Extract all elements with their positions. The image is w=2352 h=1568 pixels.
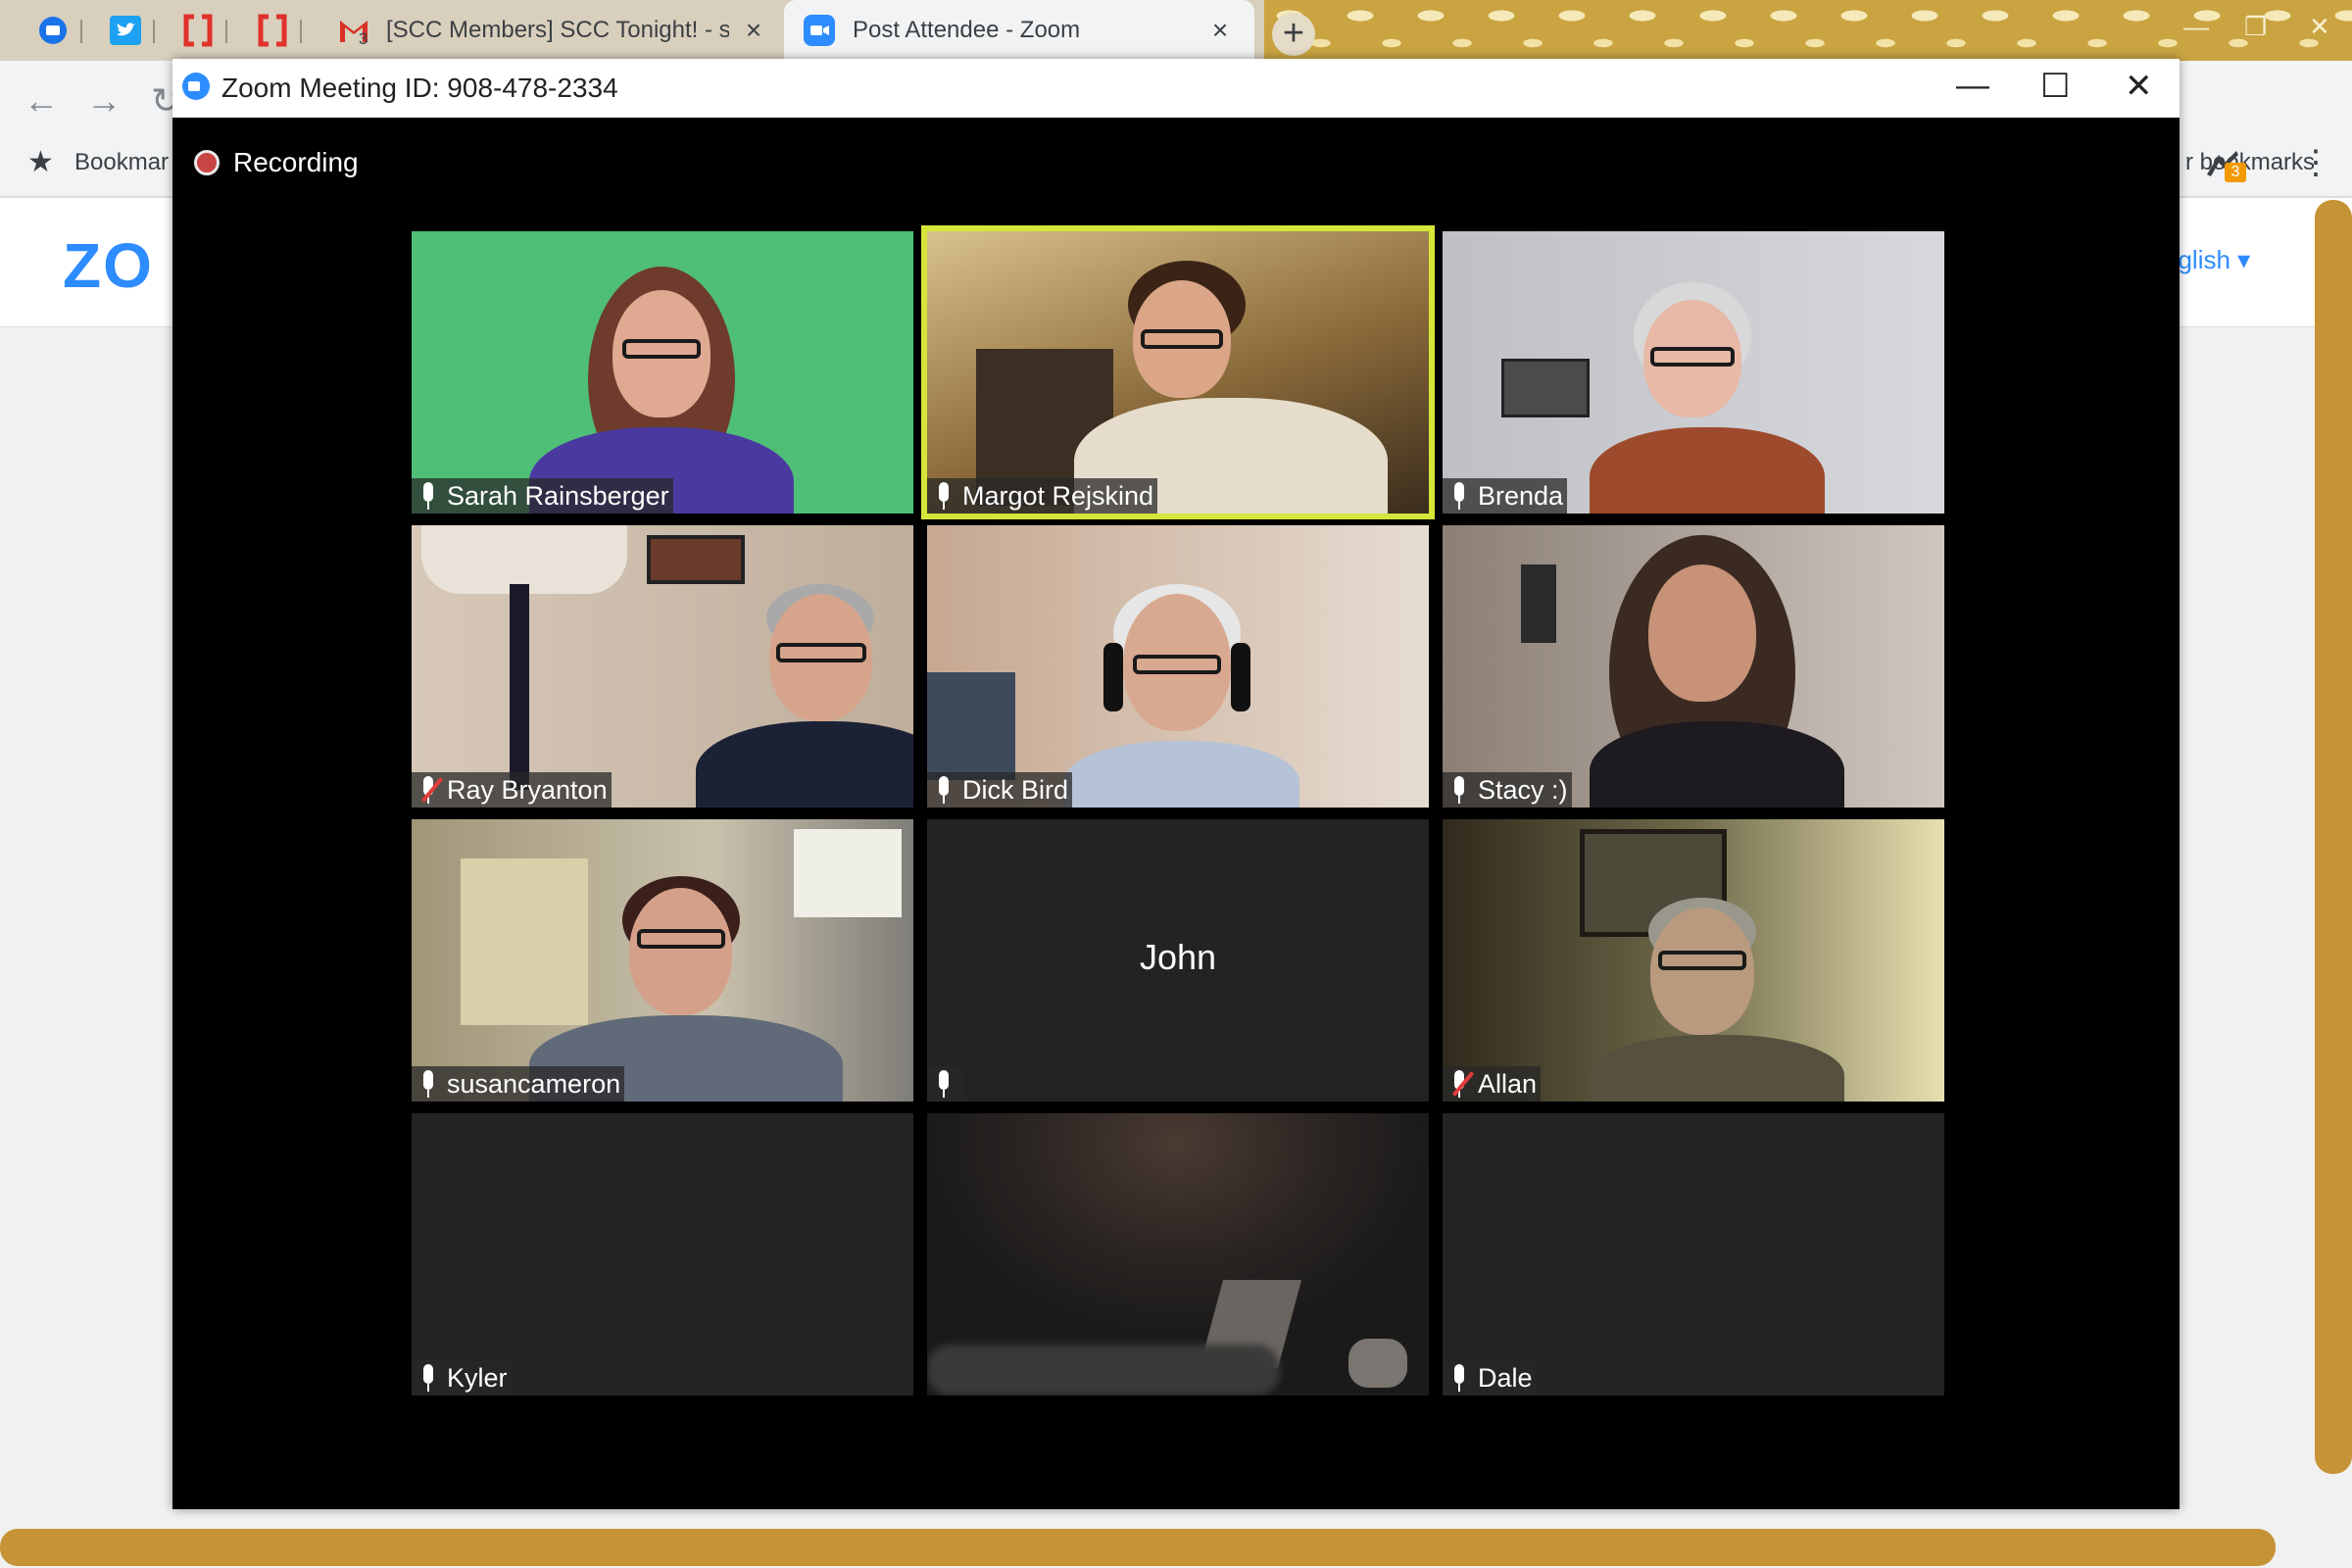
participant-name-chip: Sarah Rainsberger bbox=[412, 478, 673, 514]
mic-muted-icon bbox=[1451, 1070, 1475, 1098]
participant-name: Stacy :) bbox=[1478, 774, 1568, 805]
restore-icon[interactable]: ❐ bbox=[2244, 12, 2267, 42]
tab-title: [SCC Members] SCC Tonight! - sa bbox=[386, 17, 729, 43]
vertical-scrollbar[interactable] bbox=[2315, 200, 2352, 1474]
close-icon[interactable]: ✕ bbox=[2309, 12, 2330, 42]
video-tile-redacted[interactable] bbox=[927, 1113, 1429, 1396]
mic-icon bbox=[937, 776, 951, 804]
participant-name: Brenda bbox=[1478, 480, 1564, 511]
mic-icon bbox=[1452, 482, 1466, 510]
back-arrow-icon[interactable]: ← bbox=[24, 80, 59, 122]
pinned-tab-bracket-2[interactable] bbox=[243, 8, 302, 53]
participant-name: Ray Bryanton bbox=[447, 774, 608, 805]
pinned-tab-bracket-1[interactable] bbox=[169, 8, 227, 53]
zoom-titlebar: Zoom Meeting ID: 908-478-2334 — ☐ ✕ bbox=[172, 59, 2180, 118]
video-tile-stacy[interactable]: Stacy :) bbox=[1443, 525, 1944, 808]
tab-strip: 3 [SCC Members] SCC Tonight! - sa × Post… bbox=[0, 0, 2352, 61]
video-tile-kyler-no-video[interactable]: Kyler bbox=[412, 1113, 913, 1396]
video-tile-sarah[interactable]: Sarah Rainsberger bbox=[412, 231, 913, 514]
close-icon[interactable]: ✕ bbox=[2125, 67, 2153, 106]
participant-name-chip: Allan bbox=[1443, 1066, 1542, 1102]
gmail-unread-badge: 3 bbox=[359, 29, 368, 48]
extension-badge: 3 bbox=[2225, 163, 2246, 182]
bracket-app-icon bbox=[258, 14, 287, 47]
recording-dot-icon bbox=[194, 150, 220, 175]
video-feed bbox=[412, 525, 913, 808]
participant-name-centered: John bbox=[1139, 937, 1217, 977]
pinned-tab-twitter[interactable] bbox=[96, 8, 155, 53]
new-tab-button[interactable]: + bbox=[1272, 13, 1315, 56]
mic-icon bbox=[937, 482, 951, 510]
participant-name: Kyler bbox=[447, 1362, 508, 1393]
video-feed bbox=[1443, 525, 1944, 808]
video-feed bbox=[1443, 819, 1944, 1102]
recording-label: Recording bbox=[233, 147, 359, 177]
participant-name-chip: Kyler bbox=[412, 1360, 512, 1396]
video-tile-susan[interactable]: susancameron bbox=[412, 819, 913, 1102]
participant-name-chip: Ray Bryanton bbox=[412, 772, 612, 808]
tab-gmail[interactable]: 3 [SCC Members] SCC Tonight! - sa × bbox=[329, 0, 780, 61]
video-tile-allan[interactable]: Allan bbox=[1443, 819, 1944, 1102]
star-icon: ★ bbox=[27, 146, 54, 178]
horizontal-scrollbar[interactable] bbox=[0, 1529, 2276, 1566]
gallery-view: Sarah Rainsberger Margot Rejskind Brenda… bbox=[412, 225, 1946, 1396]
tab-close-button[interactable]: × bbox=[741, 17, 766, 44]
participant-name: Margot Rejskind bbox=[962, 480, 1154, 511]
tab-title: Post Attendee - Zoom bbox=[853, 17, 1081, 43]
minimize-icon[interactable]: — bbox=[2183, 12, 2209, 42]
zoom-icon bbox=[804, 15, 835, 46]
participant-name-chip: Brenda bbox=[1443, 478, 1568, 514]
recording-indicator: Recording bbox=[194, 147, 359, 178]
maximize-icon[interactable]: ☐ bbox=[2040, 67, 2070, 106]
participant-name-chip: Margot Rejskind bbox=[927, 478, 1158, 514]
forward-arrow-icon[interactable]: → bbox=[86, 80, 122, 122]
meeting-id-title: Zoom Meeting ID: 908-478-2334 bbox=[221, 73, 618, 103]
tab-close-button[interactable]: × bbox=[1207, 17, 1233, 44]
bookmark-item[interactable]: Bookmar bbox=[74, 149, 169, 176]
tab-zoom-active[interactable]: Post Attendee - Zoom × bbox=[784, 0, 1254, 61]
mic-icon bbox=[421, 482, 435, 510]
participant-name-chip: Dick Bird bbox=[927, 772, 1073, 808]
minimize-icon[interactable]: — bbox=[1956, 67, 1989, 105]
pinned-tab-chat[interactable] bbox=[24, 8, 82, 53]
bracket-app-icon bbox=[183, 14, 213, 47]
zoom-icon bbox=[182, 73, 210, 100]
zoom-meeting-window: Zoom Meeting ID: 908-478-2334 — ☐ ✕ Reco… bbox=[172, 59, 2180, 1509]
video-feed bbox=[927, 525, 1429, 808]
video-feed bbox=[412, 819, 913, 1102]
participant-name-chip: Stacy :) bbox=[1443, 772, 1572, 808]
video-feed bbox=[412, 231, 913, 514]
video-tile-brenda[interactable]: Brenda bbox=[1443, 231, 1944, 514]
chat-app-icon bbox=[39, 17, 67, 44]
zoom-logo[interactable]: ZO bbox=[63, 229, 154, 302]
video-tile-dale-no-video[interactable]: Dale bbox=[1443, 1113, 1944, 1396]
mic-icon bbox=[1452, 776, 1466, 804]
mic-icon bbox=[421, 1364, 435, 1392]
participant-name: Dick Bird bbox=[962, 774, 1069, 805]
participant-name: susancameron bbox=[447, 1068, 621, 1099]
mic-icon bbox=[1452, 1364, 1466, 1392]
participant-name: Dale bbox=[1478, 1362, 1533, 1393]
mic-muted-icon bbox=[420, 776, 444, 804]
participant-name: Allan bbox=[1478, 1068, 1538, 1099]
video-tile-dick[interactable]: Dick Bird bbox=[927, 525, 1429, 808]
video-tile-john-no-video[interactable]: John bbox=[927, 819, 1429, 1102]
video-feed bbox=[927, 231, 1429, 514]
participant-name-chip: susancameron bbox=[412, 1066, 625, 1102]
video-feed bbox=[1443, 231, 1944, 514]
video-tile-ray[interactable]: Ray Bryanton bbox=[412, 525, 913, 808]
mic-icon bbox=[421, 1070, 435, 1098]
participant-name-chip: Dale bbox=[1443, 1360, 1537, 1396]
mic-icon bbox=[937, 1070, 951, 1098]
twitter-icon bbox=[110, 16, 141, 45]
more-vert-icon[interactable]: ⋮ bbox=[2299, 143, 2332, 182]
video-tile-margot-active-speaker[interactable]: Margot Rejskind bbox=[921, 225, 1435, 519]
participant-name-chip bbox=[927, 1066, 962, 1102]
participant-name: Sarah Rainsberger bbox=[447, 480, 669, 511]
redacted-name-blur bbox=[927, 1345, 1280, 1396]
